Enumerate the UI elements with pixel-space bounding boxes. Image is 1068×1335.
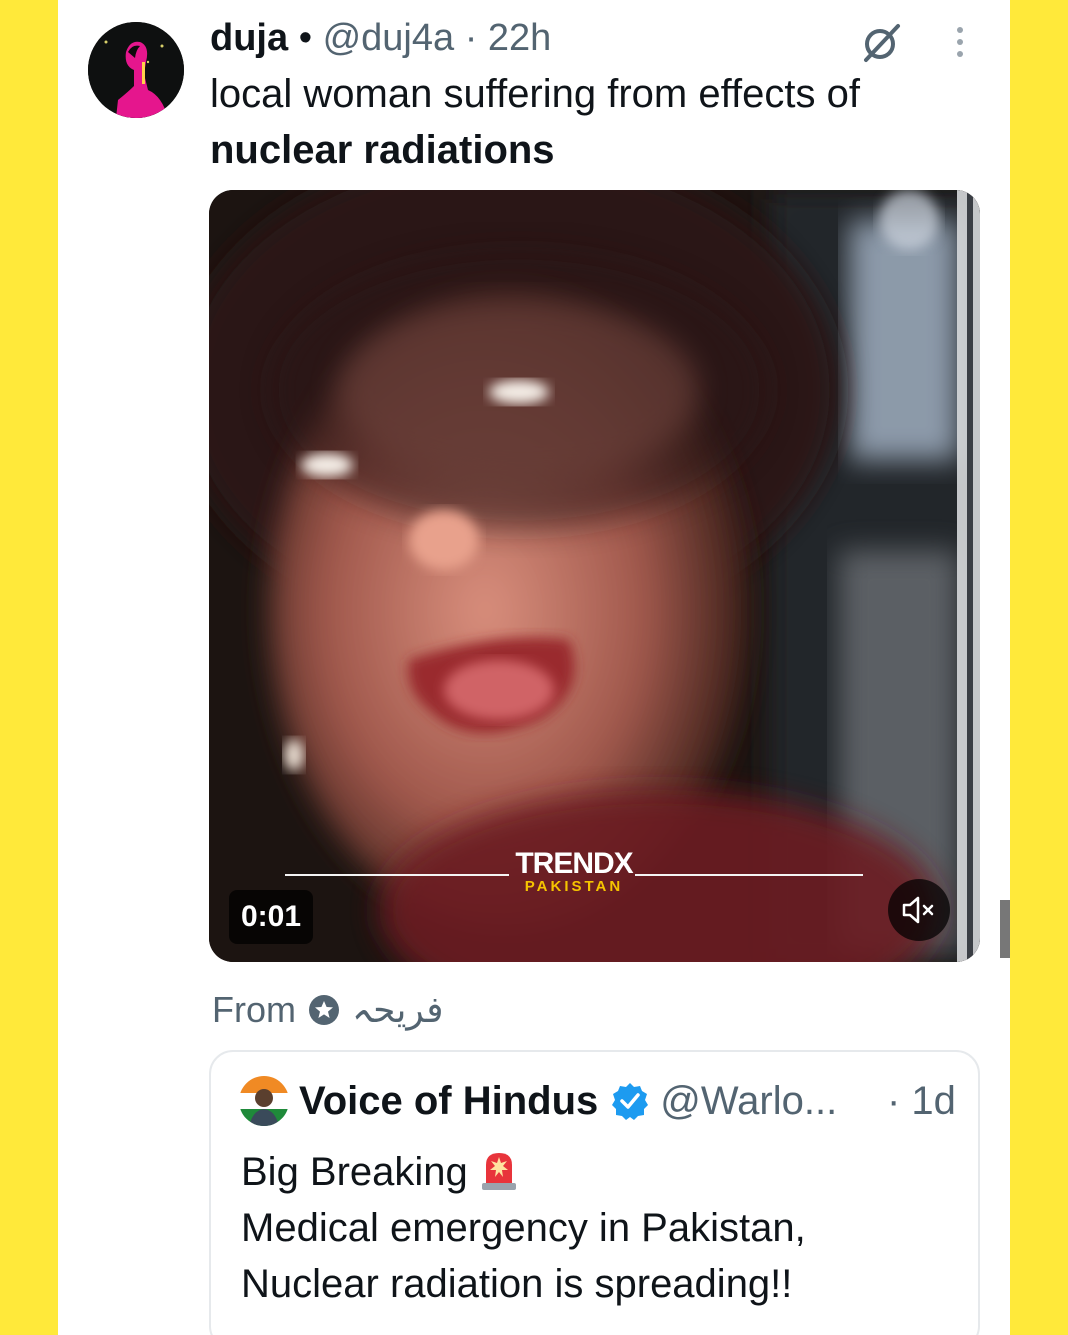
muted-speaker-icon [902,896,934,924]
video-attribution[interactable]: From فريحہ [212,986,443,1034]
time-separator: · [464,17,488,59]
star-badge-icon [309,995,339,1025]
scrollbar-thumb[interactable] [1000,900,1010,958]
author-handle[interactable]: @duj4a [323,17,455,59]
quoted-line-1: Big Breaking [241,1144,961,1200]
video-timer: 0:01 [229,890,314,944]
post-text-line: local woman suffering from effects of [210,72,860,116]
watermark-subtitle: PAKISTAN [524,878,624,895]
author-avatar[interactable] [88,22,184,118]
grok-icon[interactable] [858,20,906,64]
quoted-header: Voice of Hindus @Warlo... [299,1076,837,1126]
quoted-time[interactable]: · 1d [887,1076,956,1126]
quoted-line-3: Nuclear radiation is spreading!! [241,1262,793,1306]
post-time[interactable]: 22h [488,17,551,59]
quoted-line-1-text: Big Breaking [241,1150,468,1194]
verified-badge-icon [612,1083,649,1120]
quoted-author-handle[interactable]: @Warlo... [660,1076,837,1126]
quoted-text: Big Breaking Medical emergency in Pakist… [241,1144,961,1312]
post-header: duja • @duj4a · 22h [210,14,551,62]
source-name[interactable]: فريحہ [352,986,443,1034]
siren-emoji-icon [481,1153,516,1190]
quoted-tweet[interactable]: Voice of Hindus @Warlo... · 1d Big Break… [209,1050,980,1335]
separator-dot: • [298,17,323,59]
author-name[interactable]: duja [210,17,288,59]
quoted-line-2: Medical emergency in Pakistan, [241,1206,806,1250]
from-label: From [212,989,296,1030]
mute-button[interactable] [888,879,950,941]
watermark-brand: TRENDX [515,847,633,880]
post-text: local woman suffering from effects of nu… [210,66,990,178]
post-text-bold: nuclear radiations [210,128,555,172]
quoted-author-avatar[interactable] [239,1076,289,1126]
more-options-icon[interactable] [950,22,970,62]
quoted-author-name[interactable]: Voice of Hindus [299,1076,598,1126]
user-avatar-icon [88,22,184,118]
user-avatar-icon [239,1076,289,1126]
video-player[interactable]: TRENDX PAKISTAN 0:01 [209,190,980,962]
tweet-card[interactable]: duja • @duj4a · 22h local woman sufferin… [58,0,1010,1335]
